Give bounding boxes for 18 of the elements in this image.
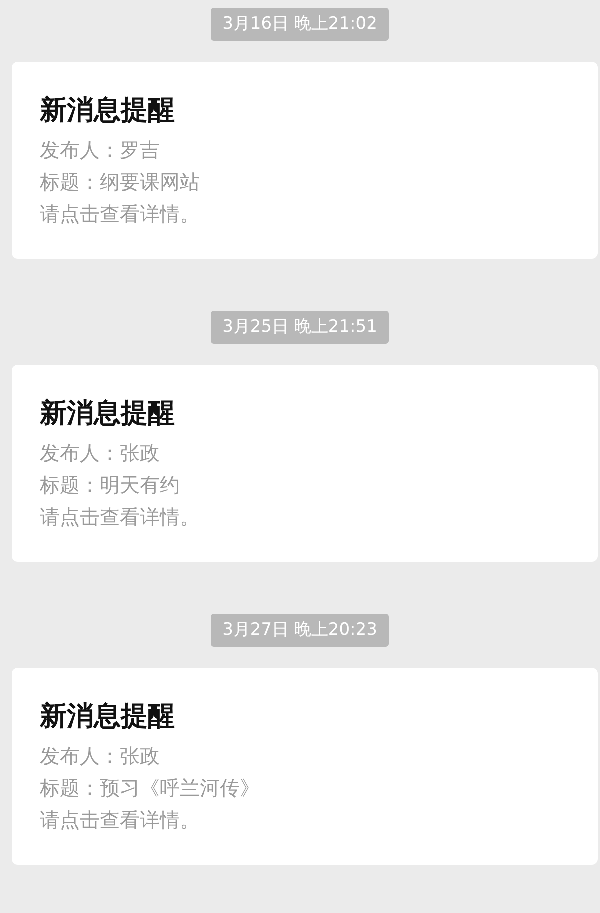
message-card[interactable]: 新消息提醒 发布人：张政 标题：明天有约 请点击查看详情。	[12, 365, 598, 562]
message-title: 新消息提醒	[40, 700, 175, 734]
message-line: 标题：明天有约	[40, 472, 180, 499]
message-title: 新消息提醒	[40, 94, 175, 128]
message-line: 发布人：罗吉	[40, 137, 160, 164]
message-title: 新消息提醒	[40, 397, 175, 431]
timestamp: 3月25日 晚上21:51	[210, 311, 390, 344]
message-line: 请点击查看详情。	[40, 504, 200, 531]
message-line: 请点击查看详情。	[40, 807, 200, 834]
message-line: 标题：预习《呼兰河传》	[40, 775, 260, 802]
message-line: 发布人：张政	[40, 440, 160, 467]
timestamp: 3月27日 晚上20:23	[210, 614, 390, 647]
message-card[interactable]: 新消息提醒 发布人：罗吉 标题：纲要课网站 请点击查看详情。	[12, 62, 598, 259]
message-line: 发布人：张政	[40, 743, 160, 770]
timestamp: 3月16日 晚上21:02	[210, 8, 390, 41]
message-card[interactable]: 新消息提醒 发布人：张政 标题：预习《呼兰河传》 请点击查看详情。	[12, 668, 598, 865]
message-line: 请点击查看详情。	[40, 201, 200, 228]
message-line: 标题：纲要课网站	[40, 169, 200, 196]
